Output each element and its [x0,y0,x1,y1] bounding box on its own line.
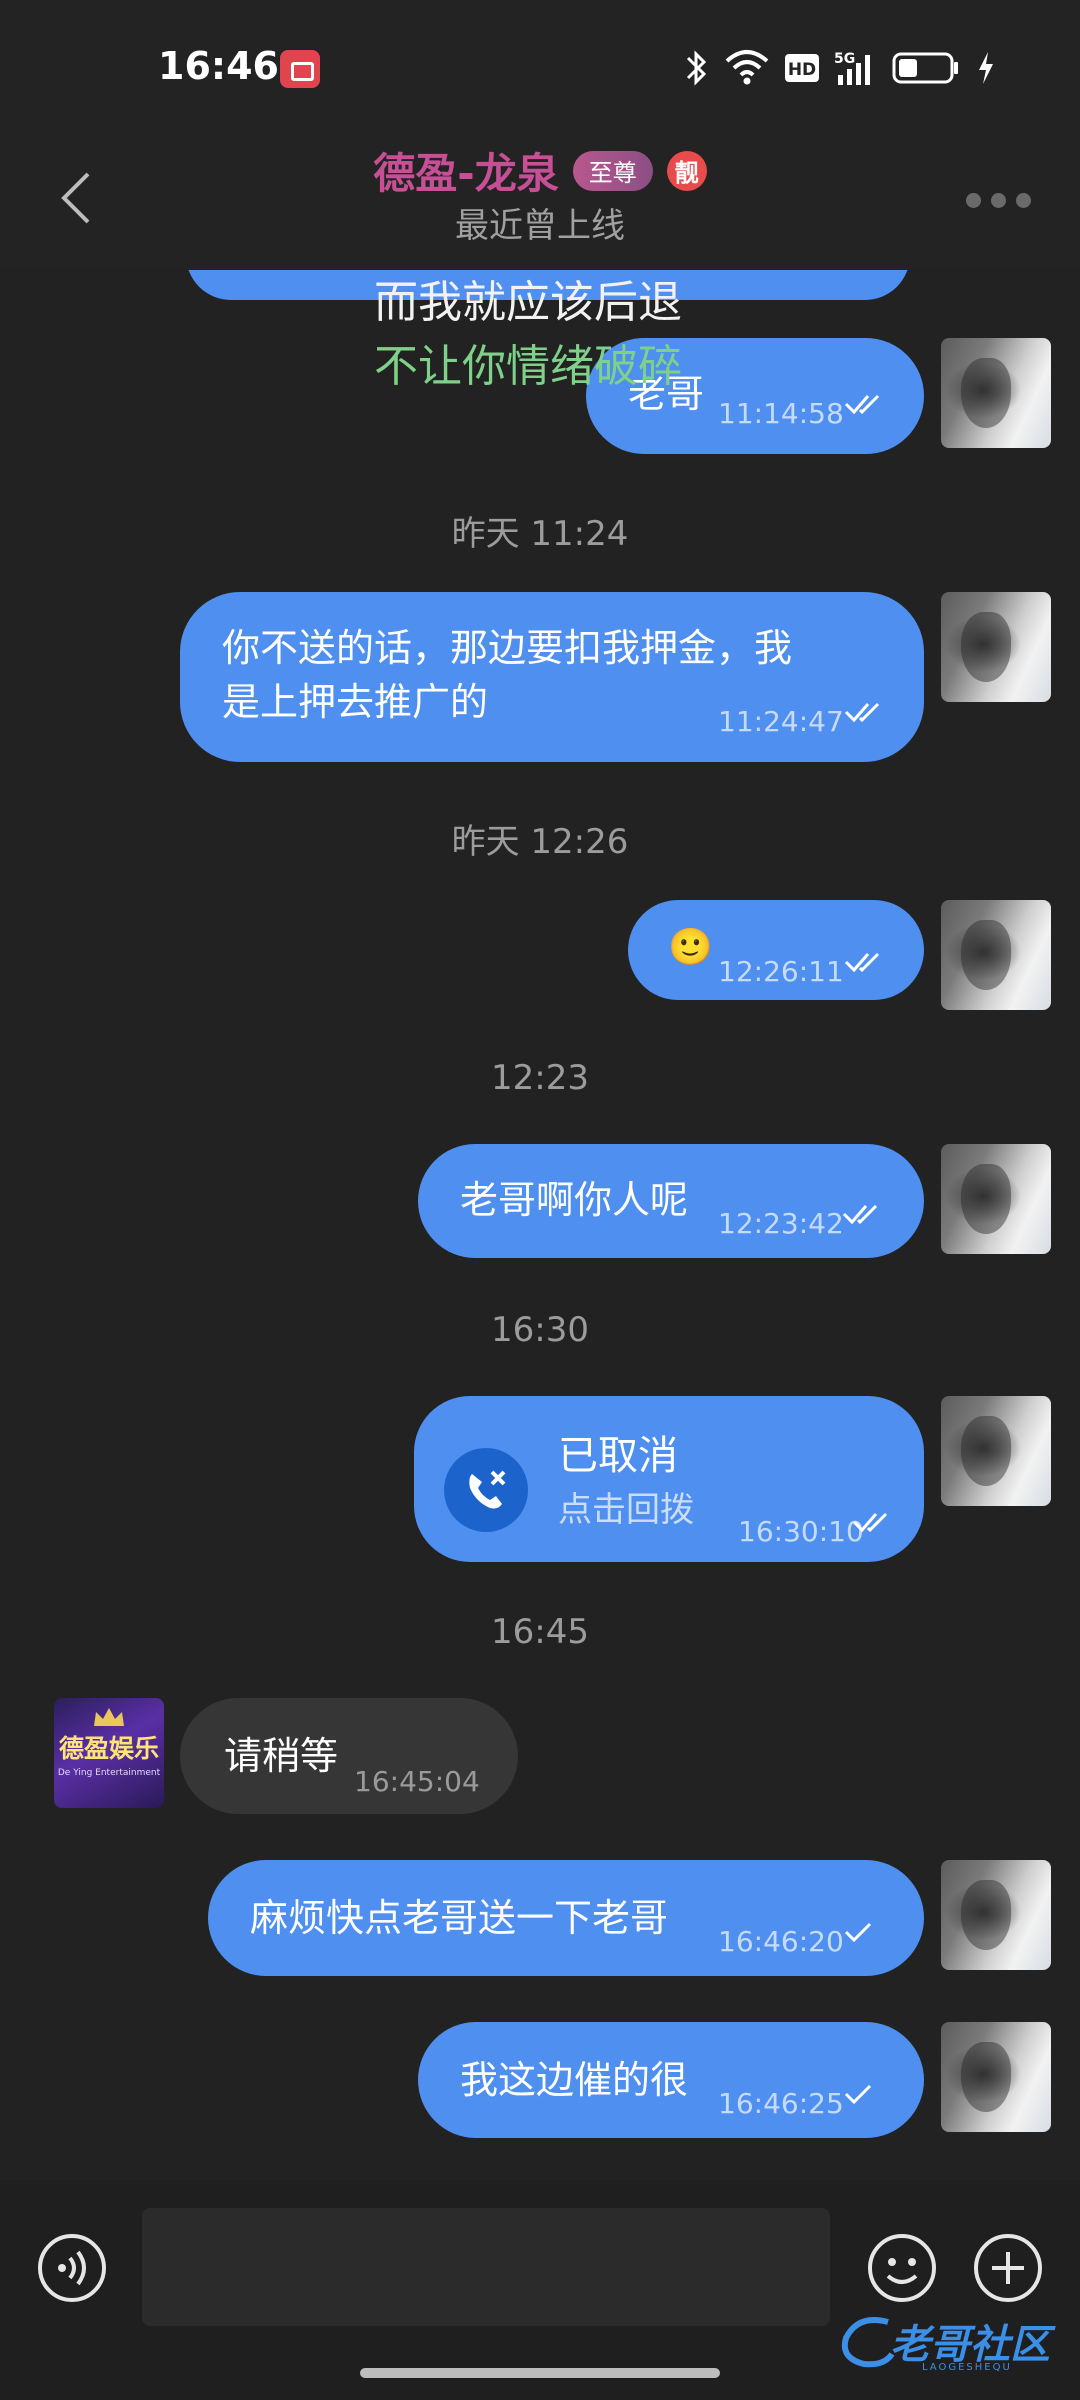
double-check-icon [852,1512,888,1533]
lyric-line-highlighted: 不让你情绪破碎 [374,341,682,392]
message-time: 12:23:42 [718,1207,844,1240]
contact-name[interactable]: 德盈-龙泉 [373,140,558,201]
message-input[interactable] [142,2208,830,2326]
message-text: 我这边催的很 [460,2058,689,2102]
message-time: 16:30:10 [738,1515,864,1548]
timestamp-divider: 16:30 [491,1310,589,1350]
watermark-subtext: LAOGESHEQU [922,2362,1012,2373]
svg-text:5G: 5G [834,51,855,67]
online-status: 最近曾上线 [455,206,625,246]
message-time: 11:24:47 [718,705,844,738]
call-message-bubble[interactable]: 已取消 点击回拨 16:30:10 [414,1396,924,1562]
missed-call-icon [444,1448,528,1532]
more-dot [1016,192,1031,208]
message-text: 老哥啊你人呢 [460,1178,689,1222]
message-bubble-outgoing[interactable]: 老哥啊你人呢 12:23:42 [418,1144,924,1258]
message-bubble-outgoing[interactable]: 你不送的话，那边要扣我押金，我 是上押去推广的 11:24:47 [180,592,924,762]
contact-avatar-logo-sub: De Ying Entertainment [57,1768,161,1778]
message-bubble-outgoing[interactable]: 我这边催的很 16:46:25 [418,2022,924,2138]
liang-badge: 靓 [666,150,707,191]
double-check-icon [842,1204,878,1225]
chat-screen: 16:46 HD 5G 德盈-龙泉 至尊 靓 最近曾上线 老哥 11:14:58… [0,0,1080,2400]
message-bubble-outgoing[interactable]: 麻烦快点老哥送一下老哥 16:46:20 [208,1860,924,1976]
contact-avatar[interactable]: 德盈娱乐 De Ying Entertainment [54,1698,164,1808]
timestamp-divider: 12:23 [491,1058,589,1098]
wifi-icon [725,50,769,85]
battery-icon [892,52,958,84]
timestamp-divider: 16:45 [491,1612,589,1652]
my-avatar[interactable] [941,592,1051,702]
site-watermark: 老哥社区 LAOGESHEQU [838,2308,1078,2380]
message-time: 16:46:20 [718,1925,844,1958]
message-time: 16:45:04 [354,1765,480,1798]
dragon-logo-icon [841,2317,895,2368]
lyric-line: 而我就应该后退 [374,277,682,328]
plus-icon[interactable] [972,2232,1044,2304]
message-bubble-incoming[interactable]: 请稍等 16:45:04 [180,1698,518,1814]
voice-icon[interactable] [36,2232,108,2304]
call-back-label[interactable]: 点击回拨 [558,1484,694,1536]
check-icon [844,2084,872,2105]
message-list[interactable]: 老哥 11:14:58 而我就应该后退 不让你情绪破碎 昨天 11:24 你不送… [0,270,1080,2180]
more-button[interactable] [966,188,1040,212]
timestamp-divider: 昨天 12:26 [451,822,629,862]
emoji-smiley: 🙂 [668,927,713,968]
vip-badge: 至尊 [572,150,653,191]
message-text: 麻烦快点老哥送一下老哥 [250,1896,669,1940]
smiley-icon[interactable] [866,2232,938,2304]
my-avatar[interactable] [941,1396,1051,1506]
more-dot [966,192,981,208]
my-avatar[interactable] [941,1144,1051,1254]
message-time: 16:46:25 [718,2087,844,2120]
call-status-title: 已取消 [558,1433,678,1479]
crown-icon [94,1708,124,1726]
double-check-icon [844,702,880,723]
screen-record-icon [280,50,320,88]
input-bar: 老哥社区 LAOGESHEQU [0,2180,1080,2400]
svg-text:HD: HD [788,60,816,80]
message-bubble-outgoing[interactable]: 🙂 12:26:11 [628,900,924,1000]
message-time: 12:26:11 [718,955,844,988]
message-text-line: 你不送的话，那边要扣我押金，我 [222,626,793,670]
check-icon [844,1922,872,1943]
title-row: 德盈-龙泉 至尊 靓 [0,140,1080,201]
more-dot [991,192,1006,208]
message-text: 请稍等 [224,1734,339,1778]
contact-avatar-logo-text: 德盈娱乐 [58,1734,159,1763]
message-time: 11:14:58 [718,397,844,430]
my-avatar[interactable] [941,1860,1051,1970]
my-avatar[interactable] [941,900,1051,1010]
my-avatar[interactable] [941,338,1051,448]
charging-icon [979,52,993,84]
hd-icon: HD [785,54,819,82]
message-text-line: 是上押去推广的 [222,680,489,724]
double-check-icon [844,394,880,415]
status-icons: HD 5G [684,46,996,90]
bluetooth-icon [686,50,707,86]
status-time: 16:46 [158,44,279,88]
home-indicator[interactable] [360,2368,720,2378]
timestamp-divider: 昨天 11:24 [451,514,629,554]
cellular-5g-icon: 5G [834,51,870,85]
double-check-icon [844,952,880,973]
chat-header: 德盈-龙泉 至尊 靓 最近曾上线 [0,130,1080,270]
my-avatar[interactable] [941,2022,1051,2132]
status-bar: 16:46 HD 5G [0,0,1080,130]
